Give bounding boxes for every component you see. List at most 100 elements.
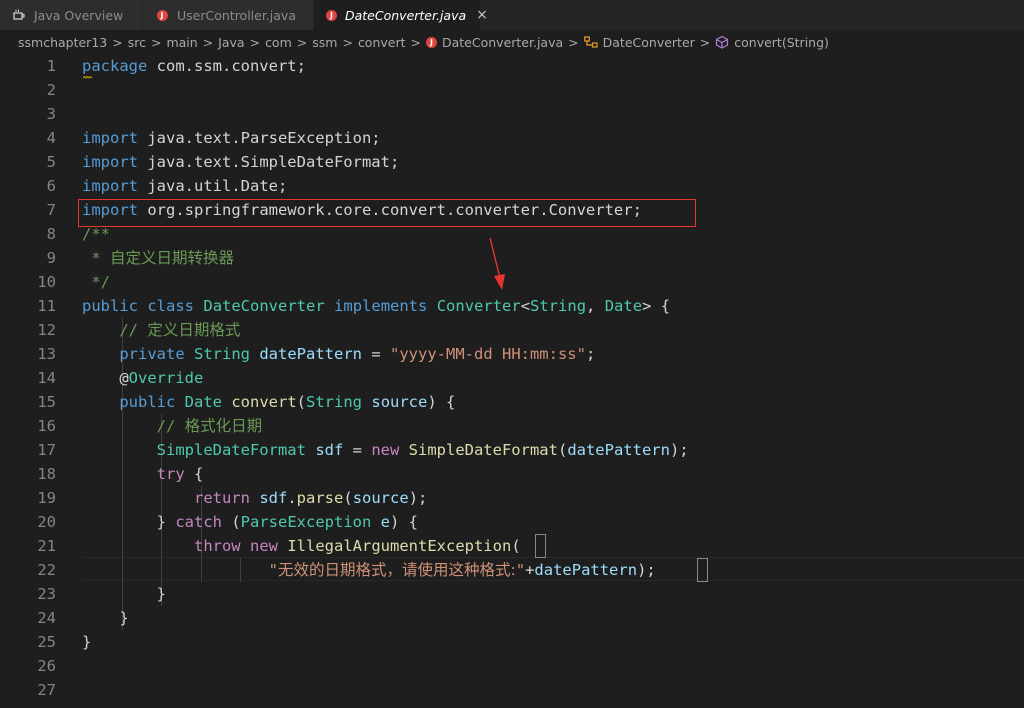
chevron-right-icon: > <box>296 34 308 50</box>
code-token: 格式化日期 <box>184 417 263 435</box>
code-token: = <box>362 345 390 363</box>
tab-label: Java Overview <box>34 7 124 23</box>
code-token: datePattern <box>259 345 362 363</box>
code-line[interactable]: try { <box>82 462 204 486</box>
chevron-right-icon: > <box>112 34 123 50</box>
code-line[interactable]: } <box>82 630 91 654</box>
code-token: String <box>306 393 363 411</box>
code-line[interactable]: } <box>82 606 129 630</box>
code-line[interactable]: @Override <box>82 366 203 390</box>
breadcrumb-item[interactable]: ssmchapter13 <box>18 35 107 50</box>
code-line[interactable]: package com.ssm.convert; <box>82 54 306 78</box>
code-line[interactable]: } <box>82 582 166 606</box>
code-line[interactable]: SimpleDateFormat sdf = new SimpleDateFor… <box>82 438 689 462</box>
tab-label: UserController.java <box>177 7 296 23</box>
breadcrumb-item[interactable]: convert <box>358 35 406 50</box>
code-token: + <box>525 561 535 579</box>
code-token: source <box>352 489 409 507</box>
code-line[interactable]: throw new IllegalArgumentException( <box>82 534 521 558</box>
chevron-right-icon: > <box>202 34 214 50</box>
bracket-match <box>697 558 708 582</box>
code-token: @ <box>82 369 129 387</box>
close-icon[interactable]: × <box>476 8 488 22</box>
tab-java-overview[interactable]: Java Overview <box>0 0 142 30</box>
code-token: ( <box>511 537 521 555</box>
code-token: String <box>530 297 587 315</box>
code-line[interactable]: "无效的日期格式，请使用这种格式:"+datePattern); <box>82 558 656 582</box>
code-token: try <box>156 465 185 483</box>
line-number: 11 <box>37 297 56 315</box>
code-token: ); <box>669 441 689 459</box>
tab-user-controller[interactable]: J UserController.java <box>143 0 313 30</box>
code-line[interactable]: } catch (ParseException e) { <box>82 510 418 534</box>
code-token: ); <box>637 561 656 579</box>
code-line[interactable]: import java.text.SimpleDateFormat; <box>82 150 399 174</box>
line-number: 23 <box>37 585 56 603</box>
chevron-right-icon: > <box>249 34 261 50</box>
code-token: , <box>586 297 605 315</box>
line-number: 14 <box>37 369 56 387</box>
code-line[interactable]: public class DateConverter implements Co… <box>82 294 670 318</box>
code-line[interactable]: public Date convert(String source) { <box>82 390 455 414</box>
code-token: Converter <box>436 297 521 315</box>
code-line[interactable]: import java.text.ParseException; <box>82 126 381 150</box>
code-token: } <box>82 513 176 531</box>
code-token: java.text.SimpleDateFormat; <box>138 153 400 171</box>
code-line[interactable]: */ <box>82 270 110 294</box>
code-token: } <box>82 609 129 627</box>
line-number: 22 <box>37 561 56 579</box>
tab-date-converter[interactable]: J DateConverter.java × <box>314 0 488 30</box>
code-editor[interactable]: 1 2 3 4 5 6 7 8 9 10 11 12 13 14 15 16 17 18 19 20 21 22 23 24 2… <box>0 54 1024 708</box>
code-line[interactable]: return sdf.parse(source); <box>82 486 427 510</box>
code-token: package <box>82 57 148 75</box>
code-token: ) { <box>427 393 456 411</box>
code-token: implements <box>334 297 428 315</box>
red-arrow <box>489 237 505 290</box>
code-line[interactable]: * 自定义日期转换器 <box>82 246 234 270</box>
line-number: 8 <box>46 225 56 243</box>
code-token: return <box>193 489 250 507</box>
code-token: convert <box>231 393 297 411</box>
code-token: ( <box>296 393 307 411</box>
code-token: * <box>82 249 110 267</box>
code-line[interactable]: private String datePattern = "yyyy-MM-dd… <box>82 342 595 366</box>
code-line[interactable]: // 定义日期格式 <box>82 318 240 342</box>
code-token: SimpleDateFormat <box>156 441 306 459</box>
highlight-box <box>78 199 696 227</box>
breadcrumb-item[interactable]: DateConverter <box>603 35 695 50</box>
breadcrumb-item[interactable]: ssm <box>312 35 337 50</box>
code-line[interactable]: // 格式化日期 <box>82 414 263 438</box>
code-token: SimpleDateFormat <box>408 441 558 459</box>
breadcrumb-item[interactable]: main <box>166 35 197 50</box>
breadcrumb-item[interactable]: com <box>265 35 292 50</box>
code-line[interactable]: import java.util.Date; <box>82 174 287 198</box>
breadcrumb-item[interactable]: src <box>128 35 146 50</box>
line-number: 19 <box>37 489 56 507</box>
breadcrumb-item[interactable]: DateConverter.java <box>442 35 563 50</box>
code-token: sdf <box>259 489 288 507</box>
code-token: new <box>250 537 278 555</box>
chevron-right-icon: > <box>568 34 579 50</box>
breadcrumb-item[interactable]: Java <box>218 35 244 50</box>
code-token: ; <box>585 345 596 363</box>
code-token: // <box>156 417 185 435</box>
code-token: class <box>147 297 195 315</box>
line-number: 27 <box>37 681 56 699</box>
code-token: > { <box>642 297 671 315</box>
code-token: IllegalArgumentException <box>287 537 512 555</box>
breadcrumb-item[interactable]: convert(String) <box>734 35 829 50</box>
line-number: 9 <box>46 249 56 267</box>
line-number: 5 <box>46 153 56 171</box>
code-token: sdf <box>315 441 344 459</box>
code-token: 定义日期格式 <box>147 321 241 339</box>
